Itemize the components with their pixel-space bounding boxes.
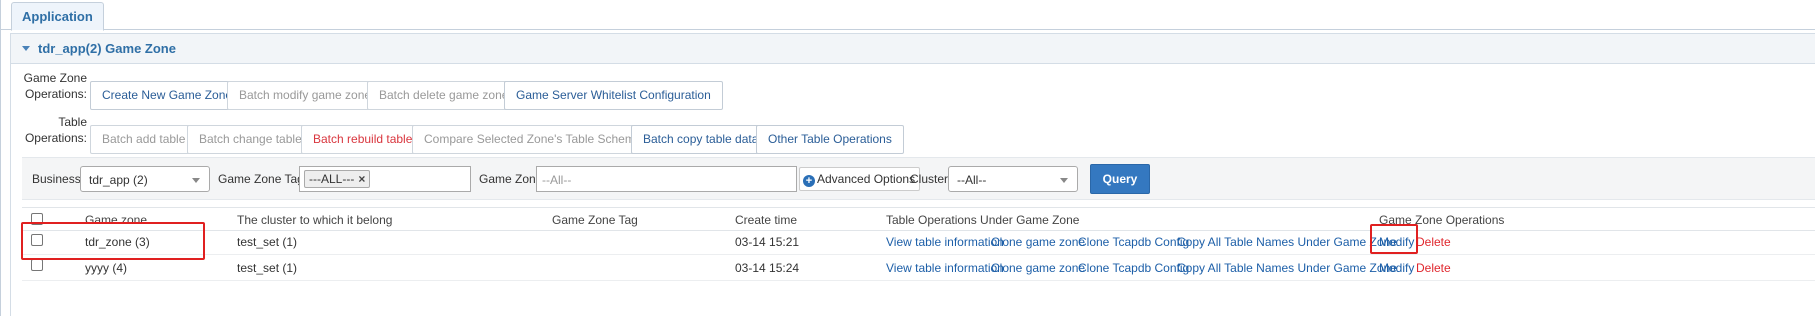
zone-name: tdr_zone (3)	[85, 235, 150, 249]
game-zone-operations-label: Game Zone Operations:	[23, 71, 87, 101]
panel-header[interactable]: tdr_app(2) Game Zone	[11, 34, 1815, 64]
clone-zone-link[interactable]: Clone game zone	[991, 261, 1085, 275]
header-cluster: The cluster to which it belong	[237, 213, 393, 227]
table-row: yyyy (4) test_set (1) 03-14 15:24 View t…	[22, 256, 1815, 281]
select-all-checkbox[interactable]	[31, 213, 43, 225]
table-header: Game zone The cluster to which it belong…	[22, 207, 1815, 231]
zone-create-time: 03-14 15:24	[735, 261, 800, 275]
game-zone-table: Game zone The cluster to which it belong…	[22, 207, 1815, 316]
batch-change-table-button[interactable]: Batch change table	[187, 125, 314, 154]
business-label: Business:	[32, 172, 85, 186]
other-table-ops-button[interactable]: Other Table Operations	[756, 125, 904, 154]
batch-modify-zone-button[interactable]: Batch modify game zone	[227, 81, 384, 110]
view-table-info-link[interactable]: View table information	[886, 235, 1004, 249]
delete-link[interactable]: Delete	[1416, 235, 1451, 249]
app-frame: Application tdr_app(2) Game Zone Game Zo…	[0, 0, 1815, 316]
collapse-caret-icon[interactable]	[22, 46, 30, 51]
header-game-zone: Game zone	[85, 213, 148, 227]
header-table-operations: Table Operations Under Game Zone	[886, 213, 1080, 227]
compare-schemas-button[interactable]: Compare Selected Zone's Table Schemas	[412, 125, 660, 154]
header-tag: Game Zone Tag	[552, 213, 638, 227]
advanced-options-button[interactable]: + Advanced Options	[799, 167, 921, 191]
business-select[interactable]: tdr_app (2)	[80, 166, 210, 192]
copy-table-names-link[interactable]: Copy All Table Names Under Game Zone	[1177, 235, 1397, 249]
row-checkbox[interactable]	[31, 234, 43, 246]
game-zone-tag-label: Game Zone Tag:	[218, 172, 308, 186]
row-checkbox[interactable]	[31, 259, 43, 271]
create-game-zone-button[interactable]: Create New Game Zone	[90, 81, 245, 110]
game-zone-input[interactable]: --All--	[536, 166, 797, 192]
batch-delete-zone-button[interactable]: Batch delete game zone	[367, 81, 521, 110]
clone-tcapdb-link[interactable]: Clone Tcapdb Config	[1078, 235, 1189, 249]
table-operations-label: Table Operations:	[24, 115, 87, 145]
chevron-down-icon	[1060, 178, 1068, 183]
cluster-select[interactable]: --All--	[948, 166, 1078, 192]
filter-bar: Business: tdr_app (2) Game Zone Tag: ---…	[22, 157, 1815, 200]
zone-cluster: test_set (1)	[237, 261, 298, 275]
tag-chip-all: ---ALL--- ×	[304, 170, 371, 188]
zone-cluster: test_set (1)	[237, 235, 298, 249]
table-row: tdr_zone (3) test_set (1) 03-14 15:21 Vi…	[22, 230, 1815, 255]
modify-link[interactable]: Modify	[1379, 261, 1414, 275]
copy-table-names-link[interactable]: Copy All Table Names Under Game Zone	[1177, 261, 1397, 275]
tab-application[interactable]: Application	[11, 2, 104, 31]
plus-circle-icon: +	[803, 175, 815, 187]
game-zone-tag-input[interactable]: ---ALL--- ×	[299, 166, 471, 192]
whitelist-config-button[interactable]: Game Server Whitelist Configuration	[504, 81, 723, 110]
zone-create-time: 03-14 15:21	[735, 235, 800, 249]
view-table-info-link[interactable]: View table information	[886, 261, 1004, 275]
header-zone-operations: Game Zone Operations	[1379, 213, 1505, 227]
query-button[interactable]: Query	[1090, 164, 1150, 194]
tab-strip: Application	[1, 0, 1815, 31]
header-create-time: Create time	[735, 213, 798, 227]
modify-link[interactable]: Modify	[1379, 235, 1414, 249]
panel-title: tdr_app(2) Game Zone	[38, 41, 176, 56]
clone-zone-link[interactable]: Clone game zone	[991, 235, 1085, 249]
clone-tcapdb-link[interactable]: Clone Tcapdb Config	[1078, 261, 1189, 275]
cluster-label: Cluster:	[910, 172, 952, 186]
chevron-down-icon	[192, 178, 200, 183]
zone-name: yyyy (4)	[85, 261, 127, 275]
remove-chip-icon[interactable]: ×	[358, 172, 365, 186]
delete-link[interactable]: Delete	[1416, 261, 1451, 275]
batch-rebuild-table-button[interactable]: Batch rebuild table	[301, 125, 425, 154]
batch-add-table-button[interactable]: Batch add table	[90, 125, 198, 154]
batch-copy-table-data-button[interactable]: Batch copy table data	[631, 125, 771, 154]
